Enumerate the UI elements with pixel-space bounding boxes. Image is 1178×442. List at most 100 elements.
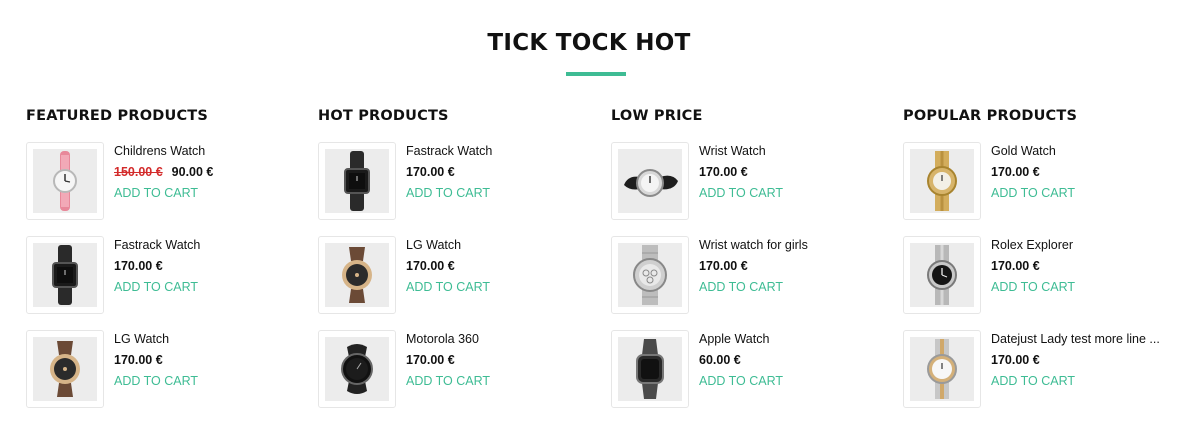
- pink-strap-watch-icon: [33, 149, 97, 213]
- add-to-cart-link[interactable]: ADD TO CART: [699, 185, 881, 201]
- product-thumbnail[interactable]: [903, 236, 981, 314]
- product-name[interactable]: Motorola 360: [406, 331, 588, 351]
- add-to-cart-link[interactable]: ADD TO CART: [991, 279, 1173, 295]
- black-square-watch-icon: [325, 149, 389, 213]
- product-name[interactable]: LG Watch: [114, 331, 296, 351]
- column-heading: LOW PRICE: [611, 108, 703, 124]
- product-price: 170.00 €: [991, 165, 1040, 179]
- product-info: Rolex Explorer 170.00 € ADD TO CART: [991, 237, 1173, 295]
- product-price: 170.00 €: [406, 353, 455, 367]
- product-name[interactable]: Wrist Watch: [699, 143, 881, 163]
- add-to-cart-link[interactable]: ADD TO CART: [699, 373, 881, 389]
- product-price-row: 170.00 €: [991, 163, 1173, 185]
- product-price: 90.00 €: [171, 165, 214, 179]
- product-price-row: 60.00 €: [699, 351, 881, 373]
- product-price: 170.00 €: [406, 259, 455, 273]
- product-name[interactable]: Rolex Explorer: [991, 237, 1173, 257]
- product-column: HOT PRODUCTS Fastrack Watch 170.00 € ADD TO…: [318, 106, 588, 408]
- product-info: Gold Watch 170.00 € ADD TO CART: [991, 143, 1173, 201]
- product-price-row: 170.00 €: [406, 351, 588, 373]
- apple-watch-icon: [618, 337, 682, 401]
- product-price-row: 170.00 €: [699, 257, 881, 279]
- add-to-cart-link[interactable]: ADD TO CART: [699, 279, 881, 295]
- gold-watch-icon: [910, 149, 974, 213]
- column-heading: HOT PRODUCTS: [318, 108, 449, 124]
- product-item: Fastrack Watch 170.00 € ADD TO CART: [26, 236, 296, 316]
- product-item: Fastrack Watch 170.00 € ADD TO CART: [318, 142, 588, 222]
- product-price: 170.00 €: [699, 165, 748, 179]
- product-name[interactable]: Wrist watch for girls: [699, 237, 881, 257]
- product-info: Fastrack Watch 170.00 € ADD TO CART: [114, 237, 296, 295]
- column-heading: FEATURED PRODUCTS: [26, 108, 209, 124]
- product-item: Wrist watch for girls 170.00 € ADD TO CART: [611, 236, 881, 316]
- gold-smartwatch-icon: [33, 337, 97, 401]
- product-info: Apple Watch 60.00 € ADD TO CART: [699, 331, 881, 389]
- product-info: Datejust Lady test more line ... 170.00 €…: [991, 331, 1173, 389]
- product-column: POPULAR PRODUCTS Gold Watch 170.00 € ADD TO…: [903, 106, 1173, 408]
- product-price-row: 170.00 €: [114, 257, 296, 279]
- gold-smartwatch-icon: [325, 243, 389, 307]
- product-price-row: 170.00 €: [406, 163, 588, 185]
- product-price-row: 150.00 € 90.00 €: [114, 163, 296, 185]
- add-to-cart-link[interactable]: ADD TO CART: [991, 373, 1173, 389]
- product-name[interactable]: Datejust Lady test more line ...: [991, 331, 1173, 351]
- product-thumbnail[interactable]: [318, 142, 396, 220]
- product-item: Apple Watch 60.00 € ADD TO CART: [611, 330, 881, 410]
- product-price-row: 170.00 €: [406, 257, 588, 279]
- product-info: Fastrack Watch 170.00 € ADD TO CART: [406, 143, 588, 201]
- product-name[interactable]: Gold Watch: [991, 143, 1173, 163]
- add-to-cart-link[interactable]: ADD TO CART: [114, 185, 296, 201]
- product-column: FEATURED PRODUCTS Childrens Watch 150.00 €…: [26, 106, 296, 408]
- product-item: Wrist Watch 170.00 € ADD TO CART: [611, 142, 881, 222]
- product-thumbnail[interactable]: [611, 330, 689, 408]
- old-price: 150.00 €: [114, 165, 163, 179]
- add-to-cart-link[interactable]: ADD TO CART: [114, 373, 296, 389]
- product-price: 170.00 €: [114, 353, 163, 367]
- product-name[interactable]: Childrens Watch: [114, 143, 296, 163]
- silver-wrist-watch-icon: [618, 149, 682, 213]
- steel-black-dial-watch-icon: [910, 243, 974, 307]
- product-price: 170.00 €: [114, 259, 163, 273]
- product-thumbnail[interactable]: [26, 330, 104, 408]
- black-round-smartwatch-icon: [325, 337, 389, 401]
- product-price: 170.00 €: [406, 165, 455, 179]
- black-square-watch-icon: [33, 243, 97, 307]
- add-to-cart-link[interactable]: ADD TO CART: [991, 185, 1173, 201]
- product-thumbnail[interactable]: [26, 236, 104, 314]
- product-item: Gold Watch 170.00 € ADD TO CART: [903, 142, 1173, 222]
- product-price: 170.00 €: [699, 259, 748, 273]
- product-thumbnail[interactable]: [26, 142, 104, 220]
- product-thumbnail[interactable]: [318, 330, 396, 408]
- add-to-cart-link[interactable]: ADD TO CART: [406, 373, 588, 389]
- product-name[interactable]: Fastrack Watch: [406, 143, 588, 163]
- product-info: Childrens Watch 150.00 € 90.00 € ADD TO CAR…: [114, 143, 296, 201]
- product-price-row: 170.00 €: [114, 351, 296, 373]
- product-info: Wrist Watch 170.00 € ADD TO CART: [699, 143, 881, 201]
- product-name[interactable]: LG Watch: [406, 237, 588, 257]
- product-name[interactable]: Fastrack Watch: [114, 237, 296, 257]
- product-item: Motorola 360 170.00 € ADD TO CART: [318, 330, 588, 410]
- product-item: LG Watch 170.00 € ADD TO CART: [26, 330, 296, 410]
- product-item: Childrens Watch 150.00 € 90.00 € ADD TO CAR…: [26, 142, 296, 222]
- steel-chronograph-icon: [618, 243, 682, 307]
- add-to-cart-link[interactable]: ADD TO CART: [406, 185, 588, 201]
- product-price: 170.00 €: [991, 259, 1040, 273]
- product-name[interactable]: Apple Watch: [699, 331, 881, 351]
- add-to-cart-link[interactable]: ADD TO CART: [406, 279, 588, 295]
- column-heading: POPULAR PRODUCTS: [903, 108, 1078, 124]
- section-title: TICK TOCK HOT: [487, 30, 691, 56]
- add-to-cart-link[interactable]: ADD TO CART: [114, 279, 296, 295]
- product-info: Motorola 360 170.00 € ADD TO CART: [406, 331, 588, 389]
- product-thumbnail[interactable]: [318, 236, 396, 314]
- product-column: LOW PRICE Wrist Watch 170.00 € ADD TO CART W…: [611, 106, 881, 408]
- product-item: LG Watch 170.00 € ADD TO CART: [318, 236, 588, 316]
- product-thumbnail[interactable]: [903, 142, 981, 220]
- product-thumbnail[interactable]: [903, 330, 981, 408]
- title-underline: [566, 72, 626, 76]
- product-thumbnail[interactable]: [611, 236, 689, 314]
- product-price-row: 170.00 €: [991, 351, 1173, 373]
- product-thumbnail[interactable]: [611, 142, 689, 220]
- product-info: LG Watch 170.00 € ADD TO CART: [114, 331, 296, 389]
- product-info: LG Watch 170.00 € ADD TO CART: [406, 237, 588, 295]
- product-price-row: 170.00 €: [991, 257, 1173, 279]
